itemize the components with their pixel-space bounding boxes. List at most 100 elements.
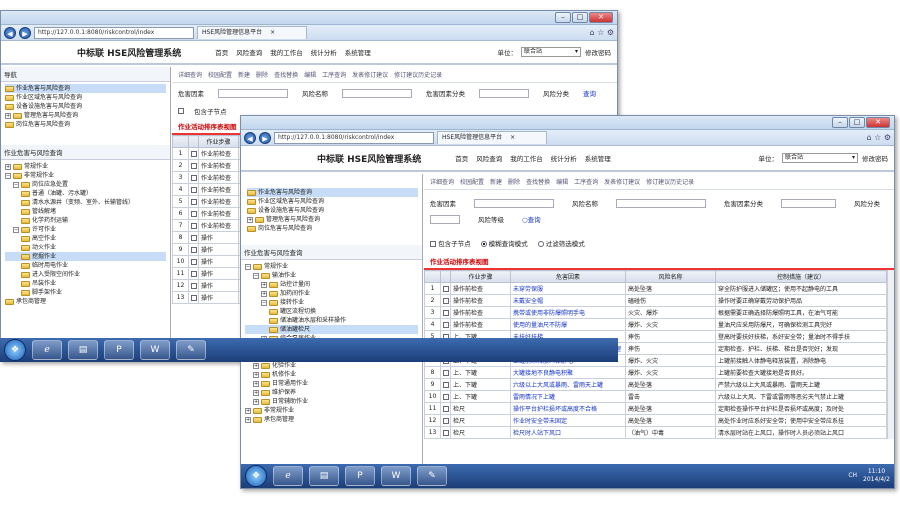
row-hazard[interactable]: 检尺时人站下风口 [510,426,626,439]
tree-node[interactable]: + 化验作业 [245,361,418,370]
f2-input[interactable] [342,88,412,98]
tree-node[interactable]: 化学药剂运输 [5,216,166,225]
include-children-checkbox[interactable] [430,241,436,247]
maximize-icon[interactable]: □ [849,117,865,128]
f4-input[interactable] [430,214,460,224]
ie-icon[interactable]: ℯ [32,340,62,360]
row-checkbox[interactable] [443,321,449,328]
menu-item[interactable]: 统计分析 [311,47,337,57]
row-checkbox[interactable] [191,270,197,277]
toolbar-item[interactable]: 查找替换 [526,177,550,186]
tree-node[interactable]: 作业危害与风险查询 [247,188,418,197]
row-hazard[interactable]: 未穿劳保服 [510,282,626,295]
tree-node[interactable]: 清水水源井（变频、室外、长输管线） [5,198,166,207]
table-row[interactable]: 13 检尺 检尺时人站下风口 （油气）中毒 清水层时站在上风口，操作时人员必须站上风口 [424,426,887,439]
expand-icon[interactable]: + [253,380,259,387]
tree-node[interactable]: 作业危害与风险查询 [5,84,166,93]
f1-input[interactable] [474,198,554,208]
minimize-icon[interactable]: – [832,117,848,128]
tree-node[interactable]: 管线解堵 [5,207,166,216]
row-hazard[interactable]: 六级以上大风或暴雨、雷雨天上罐 [510,378,626,391]
tree-node[interactable]: − 输油作业 [245,271,418,280]
row-checkbox[interactable] [443,369,449,376]
f3-input[interactable] [781,198,836,208]
tree-node[interactable]: + 管理危害与风险查询 [247,215,418,224]
tree-node[interactable]: + 非常规作业 [245,406,418,415]
expand-icon[interactable]: + [5,112,11,119]
tree-node[interactable]: 临时用电作业 [5,261,166,270]
tree-node[interactable]: 作业区域危害与风险查询 [247,197,418,206]
tree-node[interactable]: 储油罐油水层和采样操作 [245,316,418,325]
tree-node[interactable]: 岗位危害与风险查询 [247,224,418,233]
tree-node[interactable]: 承包商管理 [5,297,166,306]
table-row[interactable]: 4 操作前检查 使用的量油尺不防爆 爆炸、火灾 量油尺应采用防爆尺，可确保检测工具完好 [424,318,887,331]
menu-item[interactable]: 系统管理 [585,153,611,163]
tab-close-icon[interactable]: × [510,132,515,144]
row-hazard[interactable]: 雷雨情况下上罐 [510,390,626,403]
row-checkbox[interactable] [443,405,449,412]
table-row[interactable]: 9 上、下罐 六级以上大风或暴雨、雷雨天上罐 高处坠落 严禁六级以上大风或暴雨、雷雨天上… [424,378,887,391]
fuzzy-radio[interactable] [480,241,487,247]
ppt-icon[interactable]: P [104,340,134,360]
back-icon[interactable]: ◀ [244,131,256,144]
image-icon[interactable]: ✎ [176,340,206,360]
toolbar-item[interactable]: 校园配置 [460,177,484,186]
row-hazard[interactable]: 操作平台护栏损坏或高度不合格 [510,402,626,415]
toolbar-item[interactable]: 发表修订建议 [352,70,388,79]
row-checkbox[interactable] [191,258,197,265]
tree-node[interactable]: + 日常通用作业 [245,379,418,388]
table-row[interactable]: 12 检尺 作业时安全带未固定 高处坠落 高处作业时应系好安全带；使用中安全带应系挂 [424,414,887,427]
table-row[interactable]: 3 操作前检查 携带或使用非防爆照明手电 火灾、爆炸 根据需要正确选择防爆照明工具，在油… [424,306,887,319]
expand-icon[interactable]: − [5,172,11,179]
tree-node[interactable]: 吊装作业 [5,279,166,288]
expand-icon[interactable]: + [247,216,253,223]
row-checkbox[interactable] [191,198,197,205]
toolbar-item[interactable]: 修订建议历史记录 [394,70,442,79]
include-children-checkbox[interactable] [178,108,184,114]
row-checkbox[interactable] [191,246,197,253]
row-checkbox[interactable] [191,150,197,157]
row-hazard[interactable]: 大罐接地不良静电积聚 [510,366,626,379]
row-hazard[interactable]: 作业时安全带未固定 [510,414,626,427]
home-icon[interactable]: ⌂ ☆ ⚙ [589,28,614,37]
row-checkbox[interactable] [191,174,197,181]
close-icon[interactable]: ✕ [866,117,890,128]
table-row[interactable]: 8 上、下罐 大罐接地不良静电积聚 爆炸、火灾 上罐前要检查大罐接地是否良好。 [424,366,887,379]
expand-icon[interactable]: − [253,272,259,279]
tree-node[interactable]: 普通（油罐、污水罐） [5,189,166,198]
toolbar-item[interactable]: 发表修订建议 [604,177,640,186]
minimize-icon[interactable]: – [555,12,571,23]
row-checkbox[interactable] [443,297,449,304]
row-checkbox[interactable] [443,285,449,292]
image-icon[interactable]: ✎ [417,466,447,486]
word-icon[interactable]: W [140,340,170,360]
toolbar-item[interactable]: 新建 [490,177,502,186]
toolbar-item[interactable]: 查找替换 [274,70,298,79]
home-icon[interactable]: ⌂ ☆ ⚙ [866,133,891,142]
row-checkbox[interactable] [191,222,197,229]
tree-node[interactable]: 挖掘作业 [5,252,166,261]
expand-icon[interactable]: − [13,226,19,233]
tree-node[interactable]: − 许可作业 [5,225,166,234]
tree-node[interactable]: + 常规作业 [5,162,166,171]
tree-node[interactable]: 进入受限空间作业 [5,270,166,279]
tree-node[interactable]: 岗位危害与风险查询 [5,120,166,129]
tree-node[interactable]: + 维护保养 [245,388,418,397]
row-checkbox[interactable] [443,381,449,388]
tree-node[interactable]: 脚手架作业 [5,288,166,297]
tree-node[interactable]: + 加药间作业 [245,289,418,298]
row-checkbox[interactable] [191,162,197,169]
expand-icon[interactable]: − [261,299,267,306]
expand-icon[interactable]: + [253,362,259,369]
browser-tab[interactable]: HSE风险管理信息平台 × [437,131,547,144]
menu-item[interactable]: 首页 [455,153,468,163]
expand-icon[interactable]: − [245,263,251,270]
expand-icon[interactable]: + [253,398,259,405]
expand-icon[interactable]: + [261,290,267,297]
menu-item[interactable]: 系统管理 [345,47,371,57]
expand-icon[interactable]: + [5,163,11,170]
folder-icon[interactable]: ▤ [68,340,98,360]
toolbar-item[interactable]: 校园配置 [208,70,232,79]
expand-icon[interactable]: + [253,371,259,378]
tab-close-icon[interactable]: × [270,27,275,39]
